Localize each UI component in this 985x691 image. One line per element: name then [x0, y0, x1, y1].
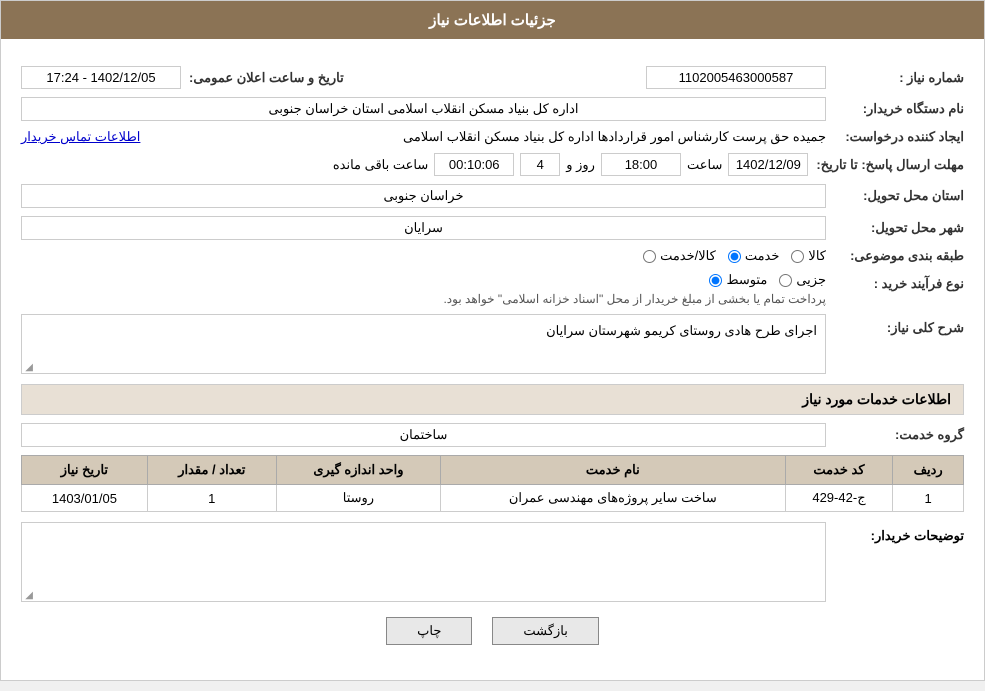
col-header-row: ردیف	[893, 456, 964, 485]
service-group-value: ساختمان	[21, 423, 826, 447]
need-number-label: شماره نیاز :	[834, 70, 964, 86]
province-label: استان محل تحویل:	[834, 188, 964, 204]
service-group-label: گروه خدمت:	[834, 427, 964, 443]
process-medium-label: متوسط	[726, 272, 767, 288]
city-label: شهر محل تحویل:	[834, 220, 964, 236]
category-label: طبقه بندی موضوعی:	[834, 248, 964, 264]
resize-handle[interactable]: ◢	[21, 362, 33, 374]
creator-value: جمیده حق پرست کارشناس امور قراردادها ادا…	[148, 129, 826, 145]
category-option-goods[interactable]: کالا	[791, 248, 826, 264]
buyer-org-value: اداره کل بنیاد مسکن انقلاب اسلامی استان …	[21, 97, 826, 121]
process-partial-radio[interactable]	[779, 274, 792, 287]
deadline-days: 4	[520, 153, 560, 176]
cell-unit: روستا	[276, 485, 440, 512]
category-radio-group: کالا خدمت کالا/خدمت	[643, 248, 826, 264]
need-number-value: 1102005463000587	[646, 66, 826, 89]
deadline-date: 1402/12/09	[728, 153, 808, 176]
announcement-label: تاریخ و ساعت اعلان عمومی:	[189, 70, 344, 86]
deadline-time: 18:00	[601, 153, 681, 176]
services-section-title: اطلاعات خدمات مورد نیاز	[21, 384, 964, 415]
process-medium-radio[interactable]	[709, 274, 722, 287]
back-button[interactable]: بازگشت	[492, 617, 598, 645]
category-option-both[interactable]: کالا/خدمت	[643, 248, 716, 264]
col-header-quantity: تعداد / مقدار	[147, 456, 276, 485]
cell-date: 1403/01/05	[22, 485, 148, 512]
cell-quantity: 1	[147, 485, 276, 512]
process-partial-label: جزیی	[796, 272, 826, 288]
need-desc-label: شرح کلی نیاز:	[834, 314, 964, 336]
process-option-medium[interactable]: متوسط	[709, 272, 767, 288]
buyer-notes-box	[21, 522, 826, 602]
need-desc-value: اجرای طرح هادی روستای کریمو شهرستان سرای…	[546, 323, 817, 338]
category-both-label: کالا/خدمت	[660, 248, 716, 264]
process-note: پرداخت تمام یا بخشی از مبلغ خریدار از مح…	[21, 292, 826, 306]
category-service-radio[interactable]	[728, 250, 741, 263]
col-header-date: تاریخ نیاز	[22, 456, 148, 485]
city-value: سرایان	[21, 216, 826, 240]
col-header-unit: واحد اندازه گیری	[276, 456, 440, 485]
announcement-value: 1402/12/05 - 17:24	[21, 66, 181, 89]
process-label: نوع فرآیند خرید :	[834, 272, 964, 292]
cell-row: 1	[893, 485, 964, 512]
need-description-box: اجرای طرح هادی روستای کریمو شهرستان سرای…	[21, 314, 826, 374]
buyer-org-label: نام دستگاه خریدار:	[834, 101, 964, 117]
buyer-notes-label: توضیحات خریدار:	[834, 522, 964, 544]
deadline-time-label: ساعت	[687, 157, 722, 173]
deadline-remaining-label: ساعت باقی مانده	[333, 157, 428, 173]
category-both-radio[interactable]	[643, 250, 656, 263]
category-goods-label: کالا	[808, 248, 826, 264]
table-row: 1 ج-42-429 ساخت سایر پروژه‌های مهندسی عم…	[22, 485, 964, 512]
services-table: ردیف کد خدمت نام خدمت واحد اندازه گیری ت…	[21, 455, 964, 512]
creator-label: ایجاد کننده درخواست:	[834, 129, 964, 145]
category-option-service[interactable]: خدمت	[728, 248, 780, 264]
page-header: جزئیات اطلاعات نیاز	[1, 1, 984, 39]
print-button[interactable]: چاپ	[386, 617, 472, 645]
category-service-label: خدمت	[745, 248, 780, 264]
province-value: خراسان جنوبی	[21, 184, 826, 208]
cell-name: ساخت سایر پروژه‌های مهندسی عمران	[441, 485, 786, 512]
footer-buttons: بازگشت چاپ	[21, 602, 964, 665]
col-header-name: نام خدمت	[441, 456, 786, 485]
creator-contact-link[interactable]: اطلاعات تماس خریدار	[21, 129, 140, 145]
deadline-label: مهلت ارسال پاسخ: تا تاریخ:	[816, 157, 964, 173]
cell-code: ج-42-429	[785, 485, 893, 512]
category-goods-radio[interactable]	[791, 250, 804, 263]
col-header-code: کد خدمت	[785, 456, 893, 485]
process-option-partial[interactable]: جزیی	[779, 272, 826, 288]
deadline-day-label: روز و	[566, 157, 595, 173]
deadline-remaining: 00:10:06	[434, 153, 514, 176]
buyer-notes-resize[interactable]: ◢	[21, 590, 33, 602]
